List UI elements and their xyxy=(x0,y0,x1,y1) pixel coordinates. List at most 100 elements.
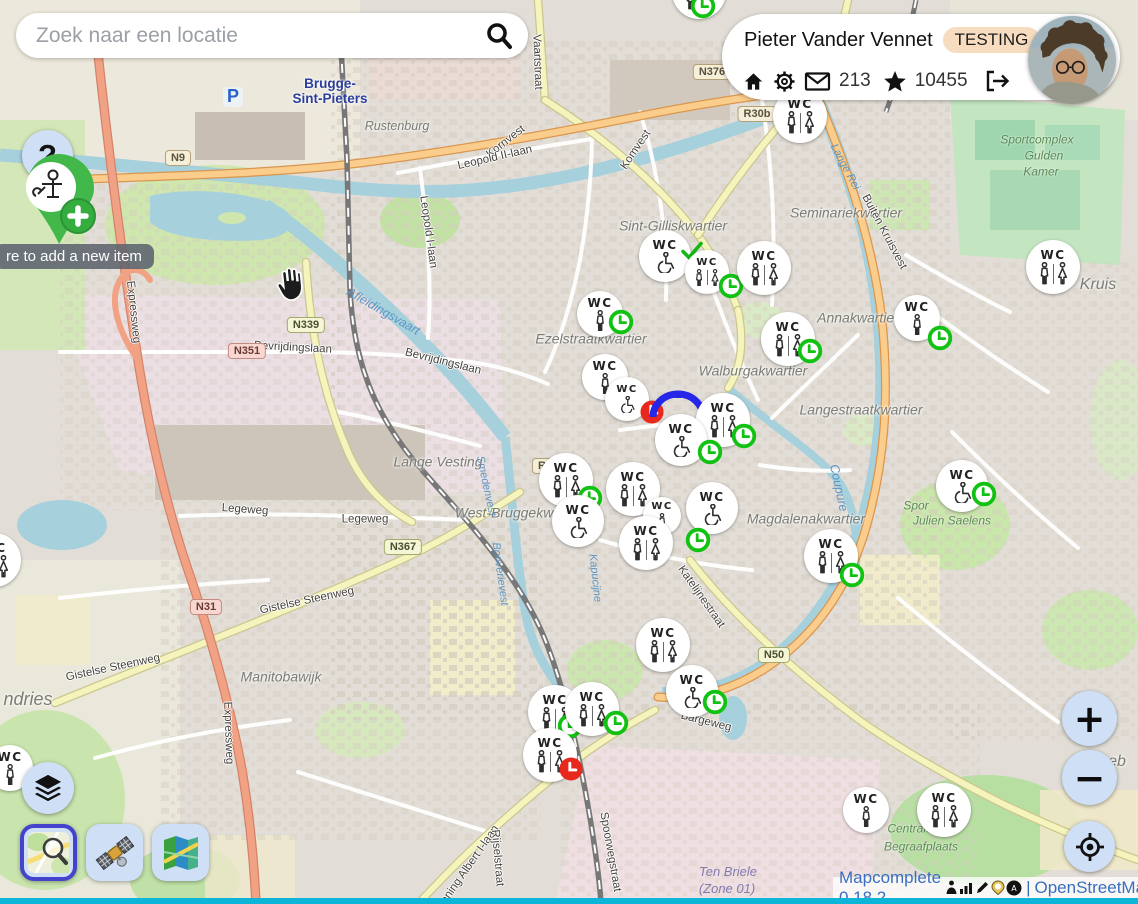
avatar[interactable] xyxy=(1028,16,1116,104)
wc-marker-male-female[interactable]: WC xyxy=(672,0,726,19)
opening-hours-badge xyxy=(690,0,716,19)
wc-marker-wheelchair[interactable]: WC xyxy=(655,414,707,466)
zoom-in-button[interactable]: + xyxy=(1062,691,1117,746)
background-layer-osm-carto[interactable] xyxy=(20,824,77,881)
attribution-separator: | xyxy=(1026,878,1030,898)
male-icon xyxy=(773,334,786,357)
osm-carto-thumbnail-icon xyxy=(28,832,69,873)
wc-marker-male-female[interactable]: WC xyxy=(565,682,619,736)
female-icon xyxy=(649,538,662,561)
female-icon xyxy=(767,263,780,286)
female-icon xyxy=(803,111,816,134)
wc-text: WC xyxy=(679,674,704,686)
male-icon xyxy=(618,484,631,507)
divider xyxy=(550,752,551,772)
male-icon xyxy=(648,640,661,663)
home-icon[interactable] xyxy=(742,70,765,93)
geolocate-button[interactable] xyxy=(1064,821,1115,872)
wc-text: WC xyxy=(818,538,843,550)
wc-marker-male[interactable]: WC xyxy=(843,787,889,833)
wc-text: WC xyxy=(620,471,645,483)
male-icon xyxy=(708,415,721,438)
wc-text: WC xyxy=(553,462,578,474)
opening-hours-badge xyxy=(927,325,953,351)
wc-marker-male-female[interactable]: WC xyxy=(0,533,21,587)
opening-hours-badge xyxy=(685,527,711,553)
wc-marker-wheelchair[interactable]: WC xyxy=(666,665,718,717)
opening-hours-badge xyxy=(559,757,584,782)
wc-text: WC xyxy=(537,737,562,749)
add-new-item-pin[interactable] xyxy=(14,150,106,259)
wc-marker-male-female[interactable]: WC xyxy=(636,618,690,672)
divider xyxy=(764,265,765,285)
male-icon xyxy=(785,111,798,134)
wc-text: WC xyxy=(1040,249,1065,261)
search-icon[interactable] xyxy=(484,21,514,51)
wc-text: WC xyxy=(633,525,658,537)
background-layer-map[interactable] xyxy=(152,824,209,881)
svg-text:A: A xyxy=(1011,884,1017,893)
wheelchair-icon xyxy=(654,252,677,274)
settings-gear-icon[interactable] xyxy=(773,70,796,93)
wc-text: WC xyxy=(651,502,672,512)
wheelchair-icon xyxy=(951,482,974,504)
user-name[interactable]: Pieter Vander Vennet xyxy=(744,29,933,52)
openstreetmap-link[interactable]: OpenStreetMap xyxy=(1034,878,1138,898)
divider xyxy=(831,553,832,573)
wc-marker-male-female[interactable]: WC xyxy=(804,529,858,583)
wc-marker-male-female[interactable]: WC xyxy=(523,728,577,782)
divider xyxy=(944,807,945,827)
wc-marker-male-female[interactable]: WC xyxy=(917,783,971,837)
wheelchair-icon xyxy=(701,504,724,526)
opening-hours-badge xyxy=(608,309,634,335)
wc-marker-male-female[interactable]: WC xyxy=(619,516,673,570)
female-icon xyxy=(1056,262,1069,285)
wc-text: WC xyxy=(775,321,800,333)
bottom-accent-bar xyxy=(0,898,1138,904)
wc-marker-male-female-small[interactable]: WC xyxy=(685,250,729,294)
divider xyxy=(633,486,634,506)
divider xyxy=(663,642,664,662)
user-badge-icon[interactable]: A xyxy=(1006,880,1022,896)
wc-text: WC xyxy=(565,504,590,516)
divider xyxy=(707,270,708,286)
wc-text: WC xyxy=(592,360,617,372)
wheelchair-icon xyxy=(670,436,693,458)
plus-icon xyxy=(61,199,95,233)
hand-cursor-icon xyxy=(272,264,310,308)
logout-icon[interactable] xyxy=(984,69,1010,93)
add-item-tooltip: re to add a new item xyxy=(0,244,154,269)
stats-icon[interactable] xyxy=(959,880,974,895)
search-input[interactable] xyxy=(34,23,484,49)
wc-marker-male-female[interactable]: WC xyxy=(737,241,791,295)
male-icon xyxy=(535,750,548,773)
contributor-icon[interactable] xyxy=(945,880,958,895)
wc-marker-wheelchair[interactable]: WC xyxy=(639,230,691,282)
male-icon xyxy=(594,310,606,332)
zoom-out-button[interactable]: − xyxy=(1062,750,1117,805)
wc-marker-male-female[interactable]: WC xyxy=(761,312,815,366)
wc-text: WC xyxy=(650,627,675,639)
layers-button[interactable] xyxy=(22,762,74,814)
wc-marker-wheelchair[interactable]: WC xyxy=(936,460,988,512)
divider xyxy=(566,477,567,497)
theme-logo-icon[interactable] xyxy=(991,880,1005,895)
wc-marker-male-female[interactable]: WC xyxy=(1026,240,1080,294)
wc-marker-wheelchair[interactable]: WC xyxy=(686,482,738,534)
wc-marker-male[interactable]: WC xyxy=(894,295,940,341)
wc-text: WC xyxy=(904,301,929,313)
folded-map-icon xyxy=(160,832,202,874)
wheelchair-icon xyxy=(681,687,704,709)
opening-hours-badge xyxy=(603,710,629,736)
opening-hours-badge xyxy=(797,338,823,364)
male-icon xyxy=(816,551,829,574)
wc-marker-wheelchair[interactable]: WC xyxy=(552,495,604,547)
opening-hours-badge xyxy=(971,481,997,507)
wc-marker-male[interactable]: WC xyxy=(577,291,623,337)
male-icon xyxy=(911,314,923,336)
background-layer-satellite[interactable] xyxy=(86,824,143,881)
pencil-icon[interactable] xyxy=(975,880,990,895)
opening-hours-badge xyxy=(697,439,723,465)
messages-icon[interactable] xyxy=(804,71,831,92)
changesets-star-icon[interactable] xyxy=(883,70,907,93)
